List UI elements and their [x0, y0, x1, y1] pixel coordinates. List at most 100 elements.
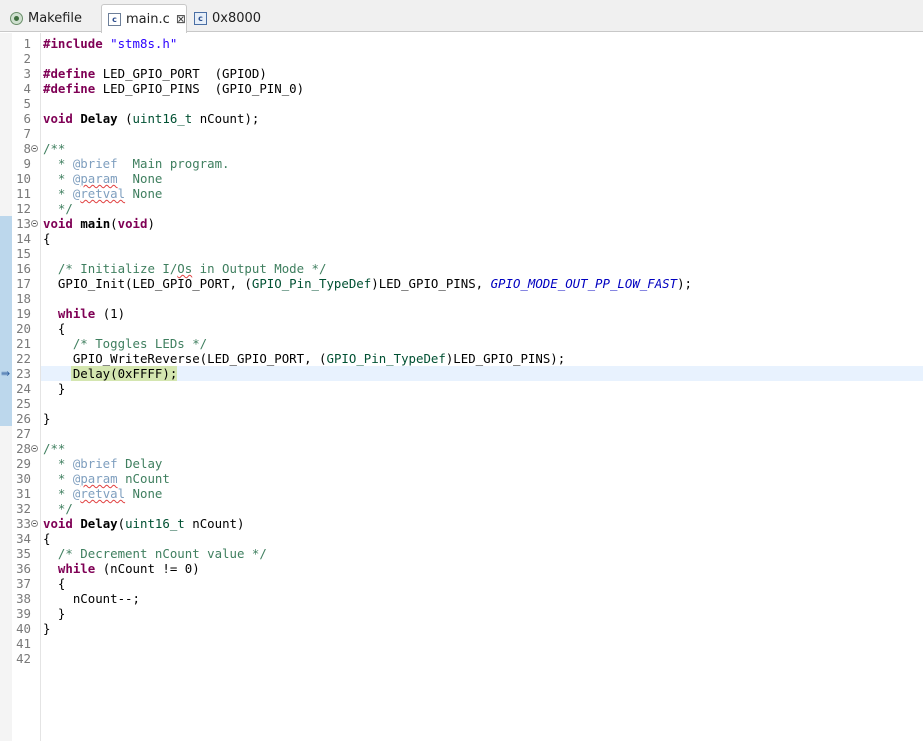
code-line[interactable]: 6 void Delay (uint16_t nCount);	[0, 111, 923, 126]
line-number: 37	[16, 576, 31, 591]
code-text: /* Toggles LEDs */	[43, 336, 207, 351]
code-line[interactable]: 40}	[0, 621, 923, 636]
code-line[interactable]: 7	[0, 126, 923, 141]
line-number: 7	[23, 126, 31, 141]
code-line[interactable]: 31 * @retval None	[0, 486, 923, 501]
code-token: *	[43, 471, 73, 486]
code-line[interactable]: 24 }	[0, 381, 923, 396]
code-line[interactable]: ⇛ 23 Delay(0xFFFF);	[0, 366, 923, 381]
code-line[interactable]: 18	[0, 291, 923, 306]
code-text: }	[43, 621, 50, 636]
line-number: 13	[16, 216, 31, 231]
line-number: 27	[16, 426, 31, 441]
code-line[interactable]: 32 */	[0, 501, 923, 516]
line-number: 28	[16, 441, 31, 456]
code-line[interactable]: 39 }	[0, 606, 923, 621]
code-line[interactable]: 19 while (1)	[0, 306, 923, 321]
code-token: LED_GPIO_PORT (GPIOD)	[102, 66, 267, 81]
code-line[interactable]: 1 #include "stm8s.h"	[0, 36, 923, 51]
code-text: #define LED_GPIO_PORT (GPIOD)	[43, 66, 267, 81]
code-line[interactable]: 14 {	[0, 231, 923, 246]
code-line[interactable]: 25	[0, 396, 923, 411]
code-token: GPIO_Pin_TypeDef	[326, 351, 446, 366]
fold-toggle-icon[interactable]	[31, 445, 38, 452]
line-number: 24	[16, 381, 31, 396]
code-line[interactable]: 36 while (nCount != 0)	[0, 561, 923, 576]
fold-toggle-icon[interactable]	[31, 520, 38, 527]
code-line[interactable]: 26}	[0, 411, 923, 426]
code-token: /* Decrement nCount value */	[57, 546, 267, 561]
code-token: @retval	[72, 186, 126, 201]
code-line[interactable]: 21 /* Toggles LEDs */	[0, 336, 923, 351]
code-line[interactable]: 9 * @brief Main program.	[0, 156, 923, 171]
code-line[interactable]: 22 GPIO_WriteReverse(LED_GPIO_PORT, (GPI…	[0, 351, 923, 366]
code-token: Delay	[117, 456, 163, 471]
code-token: */	[43, 501, 73, 516]
code-line[interactable]: 27	[0, 426, 923, 441]
code-token: None	[117, 171, 163, 186]
code-line[interactable]: 28 /**	[0, 441, 923, 456]
code-text: #include "stm8s.h"	[43, 36, 177, 51]
close-tab-icon[interactable]: ⊠	[176, 12, 186, 26]
spelling-error-marker: Os	[177, 261, 193, 276]
code-line[interactable]: 4 #define LED_GPIO_PINS (GPIO_PIN_0)	[0, 81, 923, 96]
code-line[interactable]: 8 /**	[0, 141, 923, 156]
code-token: #define	[43, 81, 103, 96]
code-text: {	[43, 321, 65, 336]
code-text: */	[43, 201, 73, 216]
code-line[interactable]: 42	[0, 651, 923, 666]
code-text: }	[43, 381, 65, 396]
code-line[interactable]: 29 * @brief Delay	[0, 456, 923, 471]
line-number: 2	[23, 51, 31, 66]
code-line[interactable]: 35 /* Decrement nCount value */	[0, 546, 923, 561]
code-line[interactable]: 16 /* Initialize I/Os in Output Mode */	[0, 261, 923, 276]
code-token: {	[43, 321, 66, 336]
code-line[interactable]: 11 * @retval None	[0, 186, 923, 201]
code-line[interactable]: 12 */	[0, 201, 923, 216]
code-text: {	[43, 531, 50, 546]
tab-makefile[interactable]: Makefile	[4, 4, 100, 32]
line-number: 10	[16, 171, 31, 186]
code-editor[interactable]: 1 #include "stm8s.h" 2 3 #define LED_GPIO_PO…	[0, 33, 923, 741]
code-token: )LED_GPIO_PINS);	[445, 351, 566, 366]
code-line[interactable]: 2	[0, 51, 923, 66]
code-text: void Delay(uint16_t nCount)	[43, 516, 244, 531]
code-line[interactable]: 17 GPIO_Init(LED_GPIO_PORT, (GPIO_Pin_Ty…	[0, 276, 923, 291]
code-line[interactable]: 41	[0, 636, 923, 651]
code-line[interactable]: 20 {	[0, 321, 923, 336]
code-text: nCount--;	[43, 591, 140, 606]
code-line[interactable]: 34 {	[0, 531, 923, 546]
code-token: /**	[43, 441, 66, 456]
code-token: GPIO_MODE_OUT_PP_LOW_FAST	[490, 276, 678, 291]
code-line[interactable]: 3 #define LED_GPIO_PORT (GPIOD)	[0, 66, 923, 81]
code-token: GPIO_Init(LED_GPIO_PORT, (	[43, 276, 252, 291]
code-line[interactable]: 30 * @param nCount	[0, 471, 923, 486]
makefile-icon	[10, 11, 23, 25]
code-line[interactable]: 38 nCount--;	[0, 591, 923, 606]
code-token: "stm8s.h"	[110, 36, 178, 51]
fold-toggle-icon[interactable]	[31, 145, 38, 152]
line-number: 39	[16, 606, 31, 621]
code-text: #define LED_GPIO_PINS (GPIO_PIN_0)	[43, 81, 304, 96]
code-token: #define	[43, 66, 103, 81]
code-token: *	[43, 486, 73, 501]
code-token: */	[43, 201, 73, 216]
code-line[interactable]: 33 void Delay(uint16_t nCount)	[0, 516, 923, 531]
code-text: {	[43, 576, 65, 591]
code-line[interactable]: 15	[0, 246, 923, 261]
fold-toggle-icon[interactable]	[31, 220, 38, 227]
code-text: * @param nCount	[43, 471, 170, 486]
line-number: 40	[16, 621, 31, 636]
code-line[interactable]: 5	[0, 96, 923, 111]
line-number: 3	[23, 66, 31, 81]
code-line[interactable]: 37 {	[0, 576, 923, 591]
code-token: );	[677, 276, 693, 291]
code-text: {	[43, 231, 50, 246]
tab-memory-0x8000[interactable]: c 0x8000	[188, 4, 268, 32]
code-line[interactable]: 10 * @param None	[0, 171, 923, 186]
code-text: /**	[43, 441, 65, 456]
tab-main-c[interactable]: c main.c ⊠	[101, 4, 187, 33]
code-line[interactable]: 13 void main(void)	[0, 216, 923, 231]
